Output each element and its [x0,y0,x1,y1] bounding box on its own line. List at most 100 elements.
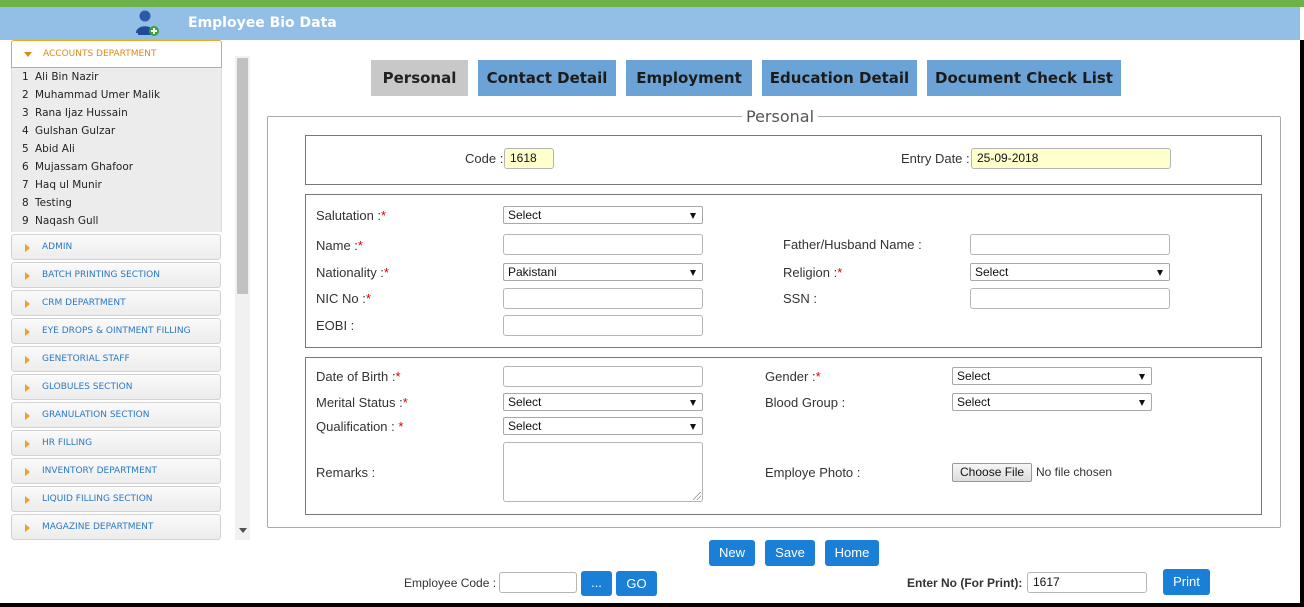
caret-right-icon [25,440,30,448]
window-shadow-bottom [0,603,1304,607]
list-item[interactable]: 3 Rana Ijaz Hussain [12,104,221,122]
sidebar-item-department[interactable]: CRM DEPARTMENT [11,290,221,316]
list-item-number: 1 [22,71,29,83]
sidebar-item-department[interactable]: MAGAZINE DEPARTMENT [11,514,221,540]
sidebar-item-department[interactable]: GRANULATION SECTION [11,402,221,428]
blood-group-select[interactable]: Select [952,393,1152,411]
religion-select[interactable]: Select [970,263,1170,281]
user-add-icon [136,10,159,36]
employee-code-field[interactable] [499,572,577,593]
chevron-down-icon [1139,400,1145,406]
tab-employment[interactable]: Employment [626,60,752,96]
list-item[interactable]: 2 Muhammad Umer Malik [12,86,221,104]
list-item-number: 7 [22,179,29,191]
list-item-number: 4 [22,125,29,137]
chevron-down-icon [1157,270,1163,276]
print-button[interactable]: Print [1163,569,1210,595]
employee-name: Rana Ijaz Hussain [35,107,128,119]
employee-name: Mujassam Ghafoor [35,161,134,173]
nationality-select[interactable]: Pakistani [503,263,703,281]
sidebar-item-department[interactable]: GENETORIAL STAFF [11,346,221,372]
employee-name: Abid Ali [35,143,75,155]
name-field[interactable] [503,234,703,255]
code-field[interactable]: 1618 [504,148,554,169]
sidebar-item-department[interactable]: LIQUID FILLING SECTION [11,486,221,512]
list-item[interactable]: 9 Naqash Gull [12,212,221,230]
tab-document-check-list[interactable]: Document Check List [927,60,1121,96]
department-label: LIQUID FILLING SECTION [42,494,153,504]
go-button[interactable]: GO [616,571,657,596]
code-label: Code : [465,151,504,166]
choose-file-button[interactable]: Choose File [952,463,1033,482]
chevron-down-icon [1139,374,1145,380]
caret-right-icon [25,468,30,476]
department-label: BATCH PRINTING SECTION [42,270,160,280]
sidebar-scrollbar[interactable] [235,56,250,540]
scrollbar-thumb[interactable] [237,58,248,294]
employee-code-label: Employee Code : [404,576,497,590]
list-item[interactable]: 8 Testing [12,194,221,212]
nationality-label: Nationality :* [316,265,389,280]
remarks-textarea[interactable] [503,442,703,502]
department-label: GENETORIAL STAFF [42,354,130,364]
gender-select[interactable]: Select [952,367,1152,385]
ssn-label: SSN : [783,291,817,306]
list-item-number: 2 [22,89,29,101]
no-file-chosen-text: No file chosen [1036,465,1113,479]
list-item[interactable]: 7 Haq ul Munir [12,176,221,194]
tab-education-detail[interactable]: Education Detail [762,60,917,96]
caret-right-icon [25,244,30,252]
ssn-field[interactable] [970,288,1170,309]
employee-name: Naqash Gull [35,215,99,227]
nic-no-field[interactable] [503,288,703,309]
chevron-down-icon [690,213,696,219]
employee-name: Muhammad Umer Malik [35,89,161,101]
department-label: INVENTORY DEPARTMENT [42,466,157,476]
salutation-label: Salutation :* [316,208,387,223]
browse-button[interactable]: ... [581,571,612,596]
employee-name: Ali Bin Nazir [35,71,99,83]
date-of-birth-field[interactable] [503,366,703,387]
employee-name: Testing [35,197,72,209]
religion-label: Religion :* [783,265,843,280]
tab-contact-detail[interactable]: Contact Detail [478,60,616,96]
sidebar-item-department[interactable]: BATCH PRINTING SECTION [11,262,221,288]
marital-status-select[interactable]: Select [503,393,703,411]
home-button[interactable]: Home [825,540,879,566]
new-button[interactable]: New [709,540,755,566]
list-item[interactable]: 5 Abid Ali [12,140,221,158]
sidebar-item-department[interactable]: EYE DROPS & OINTMENT FILLING [11,318,221,344]
department-label: GRANULATION SECTION [42,410,150,420]
father-husband-name-field[interactable] [970,234,1170,255]
save-button[interactable]: Save [765,540,815,566]
enter-no-field[interactable]: 1617 [1027,572,1147,593]
caret-right-icon [25,524,30,532]
eobi-field[interactable] [503,315,703,336]
department-sidebar: ACCOUNTS DEPARTMENT 1 Ali Bin Nazir 2 Muham… [10,40,232,540]
department-label: ADMIN [42,242,73,252]
tab-personal[interactable]: Personal [371,60,468,96]
resize-grip-icon[interactable] [693,492,701,500]
sidebar-item-department[interactable]: GLOBULES SECTION [11,374,221,400]
sidebar-item-department[interactable]: ADMIN [11,234,221,260]
salutation-select[interactable]: Select [503,206,703,224]
sidebar-item-department[interactable]: HR FILLING [11,430,221,456]
scroll-down-icon[interactable] [239,528,247,533]
nic-no-label: NIC No :* [316,291,371,306]
list-item[interactable]: 1 Ali Bin Nazir [12,68,221,86]
chevron-down-icon [690,270,696,276]
qualification-select[interactable]: Select [503,417,703,435]
list-item-number: 3 [22,107,29,119]
blood-group-label: Blood Group : [765,395,846,410]
chevron-down-icon [690,400,696,406]
sidebar-item-department[interactable]: INVENTORY DEPARTMENT [11,458,221,484]
entry-date-field[interactable]: 25-09-2018 [971,148,1171,169]
sidebar-item-accounts-department[interactable]: ACCOUNTS DEPARTMENT [11,40,222,68]
employee-name: Haq ul Munir [35,179,102,191]
list-item[interactable]: 6 Mujassam Ghafoor [12,158,221,176]
department-label: GLOBULES SECTION [42,382,133,392]
list-item-number: 6 [22,161,29,173]
caret-right-icon [25,384,30,392]
list-item[interactable]: 4 Gulshan Gulzar [12,122,221,140]
enter-no-label: Enter No (For Print): [907,576,1023,590]
